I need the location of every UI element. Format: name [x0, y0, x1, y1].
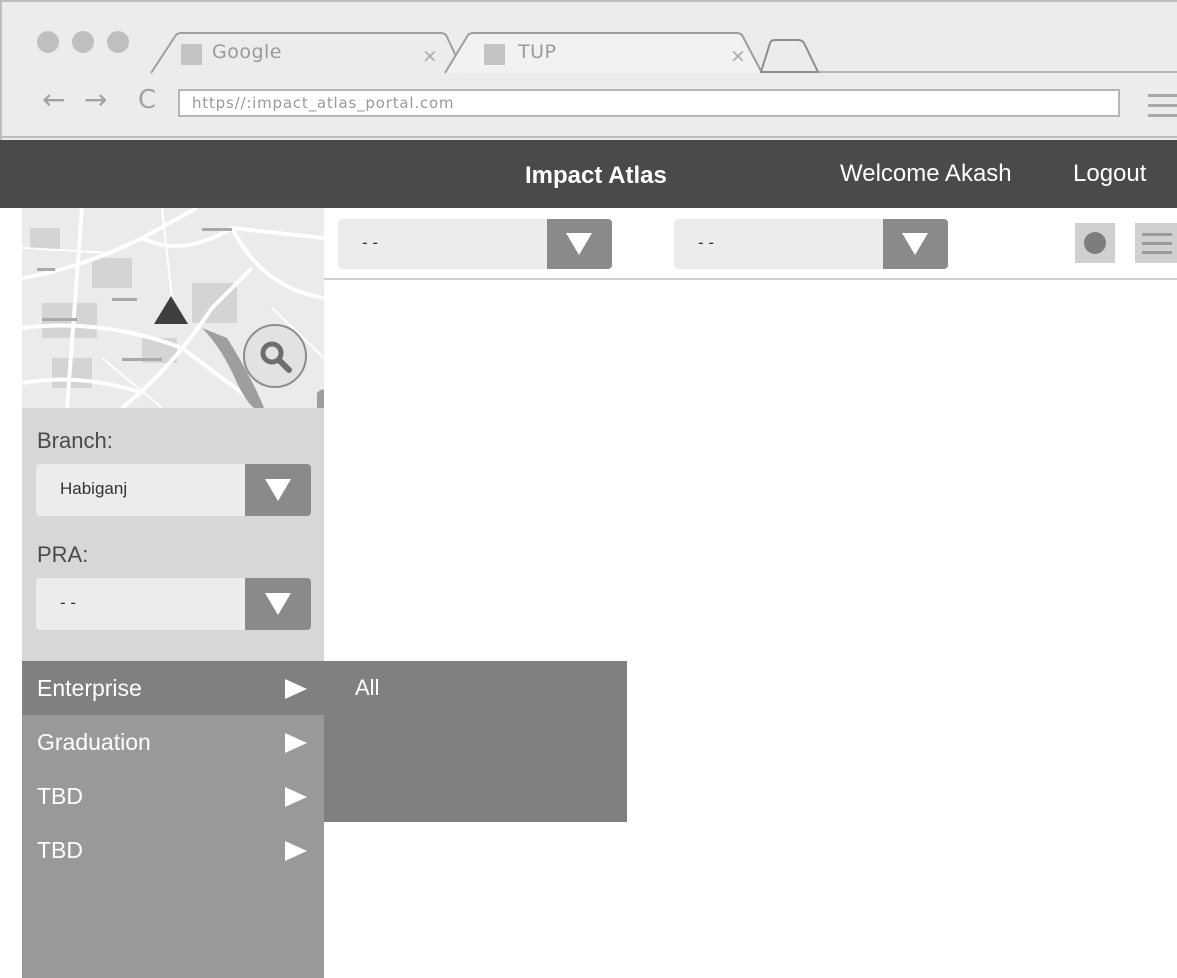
logout-link[interactable]: Logout: [1073, 160, 1146, 188]
menu-item-label: Enterprise: [37, 675, 142, 701]
menu-item-label: TBD: [37, 783, 83, 809]
sidebar: Branch: Habiganj PRA: - - Enterprise Gra…: [22, 208, 324, 978]
tab-close-icon[interactable]: ×: [422, 45, 438, 67]
window-maximize-dot[interactable]: [107, 31, 129, 53]
pra-select[interactable]: - -: [36, 578, 311, 630]
filter-select-2[interactable]: - -: [674, 219, 948, 269]
menu-item-label: TBD: [37, 837, 83, 863]
branch-label: Branch:: [37, 428, 113, 453]
menu-item-label: Graduation: [37, 729, 151, 755]
filter-select-1[interactable]: - -: [338, 219, 612, 269]
app-header: Impact Atlas Welcome Akash Logout: [0, 140, 1177, 208]
filter-select-value: - -: [362, 233, 379, 252]
circle-icon: [1084, 232, 1106, 254]
welcome-text: Welcome Akash: [840, 160, 1012, 187]
new-tab-button[interactable]: [759, 39, 820, 78]
magnifier-icon: [260, 341, 292, 373]
triangle-down-icon[interactable]: [547, 219, 612, 269]
pra-select-value: - -: [60, 593, 77, 612]
favicon-icon: [181, 44, 202, 65]
enterprise-submenu: All: [324, 661, 627, 822]
triangle-right-icon: [285, 733, 307, 753]
menu-item-tbd-1[interactable]: TBD: [22, 769, 324, 823]
triangle-marker-icon: [154, 296, 188, 324]
tab-title: TUP: [518, 41, 557, 63]
app-title: Impact Atlas: [525, 162, 667, 189]
branch-select[interactable]: Habiganj: [36, 464, 311, 516]
navigation-bar: ← → C https//:impact_atlas_portal.com: [2, 76, 1177, 138]
menu-item-tbd-2[interactable]: TBD: [22, 823, 324, 877]
tab-close-icon[interactable]: ×: [730, 45, 746, 67]
filter-bar: - - - -: [324, 208, 1177, 280]
triangle-right-icon: [285, 841, 307, 861]
filter-select-value: - -: [698, 233, 715, 252]
reload-icon[interactable]: C: [138, 86, 156, 114]
url-text: https//:impact_atlas_portal.com: [192, 94, 455, 112]
category-menu: Enterprise Graduation TBD TBD: [22, 661, 324, 978]
favicon-icon: [484, 44, 505, 65]
menu-item-enterprise[interactable]: Enterprise: [22, 661, 324, 715]
tab-title: Google: [212, 41, 283, 63]
window-close-dot[interactable]: [37, 31, 59, 53]
list-view-button[interactable]: [1135, 223, 1177, 263]
address-bar[interactable]: https//:impact_atlas_portal.com: [178, 89, 1120, 117]
forward-arrow-icon[interactable]: →: [84, 86, 107, 114]
tab-tup[interactable]: TUP ×: [444, 32, 764, 74]
menu-item-graduation[interactable]: Graduation: [22, 715, 324, 769]
triangle-down-icon[interactable]: [245, 578, 311, 630]
map-search-button[interactable]: [243, 324, 307, 388]
browser-menu-icon[interactable]: [1148, 94, 1177, 124]
tab-google[interactable]: Google ×: [150, 32, 465, 74]
back-arrow-icon[interactable]: ←: [42, 86, 65, 114]
triangle-right-icon: [285, 787, 307, 807]
map-view[interactable]: [22, 208, 324, 408]
hamburger-icon: [1142, 233, 1172, 260]
triangle-right-icon: [285, 679, 307, 699]
browser-chrome: Google × TUP × ← → C https//:impact_atla…: [0, 0, 1177, 140]
triangle-down-icon[interactable]: [245, 464, 311, 516]
pra-label: PRA:: [37, 542, 89, 567]
window-minimize-dot[interactable]: [72, 31, 94, 53]
circle-view-button[interactable]: [1075, 223, 1115, 263]
triangle-down-icon[interactable]: [883, 219, 948, 269]
submenu-item-all[interactable]: All: [355, 675, 379, 701]
branch-select-value: Habiganj: [60, 479, 128, 498]
